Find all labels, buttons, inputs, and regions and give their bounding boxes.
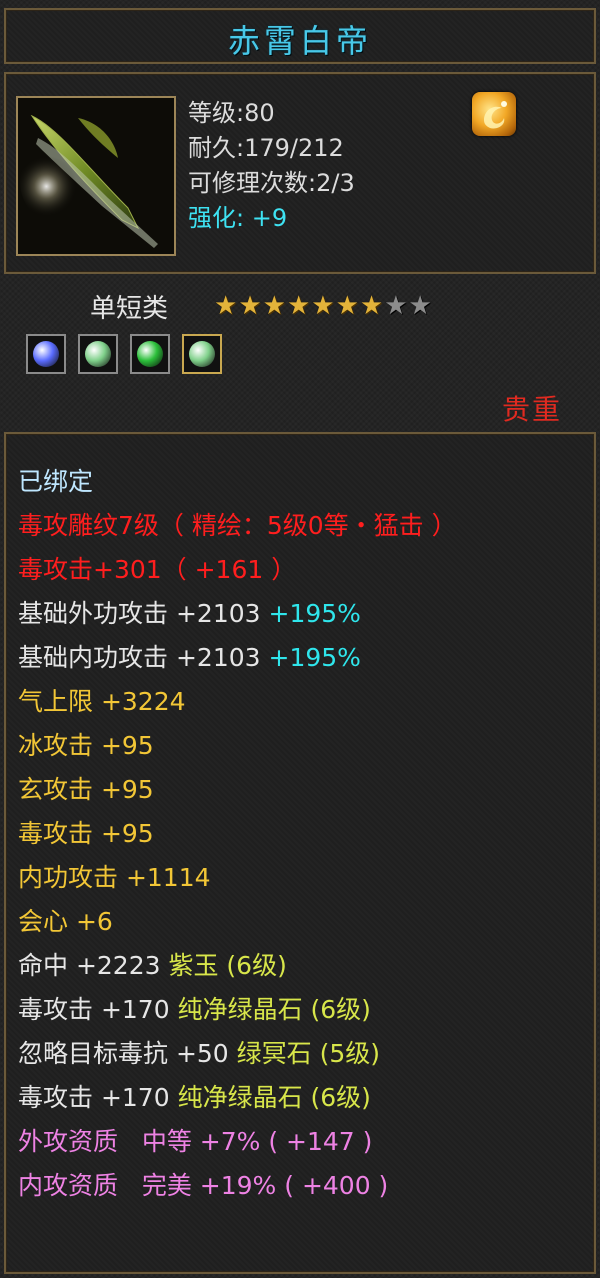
item-info-lines: 等级:80 耐久:179/212 可修理次数:2/3 强化: +9 (188, 96, 355, 236)
gem-core (189, 341, 215, 367)
stat-label: 毒攻击 +170 (18, 1083, 170, 1112)
critical: 会心 +6 (18, 907, 113, 936)
ice-attack: 冰攻击 +95 (18, 731, 154, 760)
item-durability: 耐久:179/212 (188, 134, 344, 162)
green-blade-weapon-icon (16, 96, 176, 256)
gem-name: 绿冥石 (5级) (236, 1039, 381, 1068)
stat-label: 忽略目标毒抗 +50 (18, 1039, 229, 1068)
external-aptitude: 外攻资质 中等 +7% ( +147 ) (18, 1127, 373, 1156)
stat-label: 基础外功攻击 (18, 599, 169, 628)
blue-gem-icon[interactable] (26, 334, 66, 374)
qi-max: 气上限 +3224 (18, 687, 186, 716)
ignore-resist-gem-line: 忽略目标毒抗 +50 绿冥石 (5级) (18, 1032, 457, 1076)
item-level: 等级:80 (188, 99, 275, 127)
stat-label: 命中 +2223 (18, 951, 161, 980)
stat-list: 已绑定 毒攻雕纹7级（ 精绘：5级0等・猛击 ） 毒攻击+301（ +161 ）… (18, 460, 457, 1208)
bound-status: 已绑定 (18, 467, 94, 496)
item-name: 赤霄白帝 (227, 22, 372, 60)
star-filled-icon: ★ (335, 291, 360, 321)
gold-emblem-icon (472, 92, 516, 136)
poison-gem-line-1: 毒攻击 +170 纯净绿晶石 (6级) (18, 988, 457, 1032)
green-crystal-icon[interactable] (130, 334, 170, 374)
star-filled-icon: ★ (214, 291, 239, 321)
gem-core (137, 341, 163, 367)
gem-name: 纯净绿晶石 (6级) (177, 995, 371, 1024)
base-external-attack: 基础外功攻击 +2103 +195% (18, 592, 457, 636)
gem-core (33, 341, 59, 367)
item-enhance: 强化: +9 (188, 201, 355, 236)
star-rating: ★★★★★★★★★ (214, 292, 433, 320)
stat-label: 毒攻击 +170 (18, 995, 170, 1024)
stat-percent: +195% (268, 643, 361, 672)
star-empty-icon: ★ (408, 291, 433, 321)
star-filled-icon: ★ (262, 291, 287, 321)
enhance-label: 强化: (188, 204, 245, 232)
weapon-type: 单短类 (90, 294, 169, 324)
enhance-value: +9 (251, 204, 288, 232)
accuracy-gem-line: 命中 +2223 紫玉 (6级) (18, 944, 457, 988)
item-info-panel: 等级:80 耐久:179/212 可修理次数:2/3 强化: +9 (4, 72, 596, 274)
internal-aptitude: 内攻资质 完美 +19% ( +400 ) (18, 1171, 389, 1200)
rarity-label: 贵重 (501, 393, 562, 426)
star-filled-icon: ★ (359, 291, 385, 321)
star-filled-icon: ★ (238, 291, 263, 321)
engrave-line: 毒攻雕纹7级（ 精绘：5级0等・猛击 ） (18, 511, 457, 540)
poison-attack-main: 毒攻击+301（ +161 ） (18, 555, 297, 584)
mystic-attack: 玄攻击 +95 (18, 775, 154, 804)
poison-gem-line-2: 毒攻击 +170 纯净绿晶石 (6级) (18, 1076, 457, 1120)
gem-core (85, 341, 111, 367)
item-tooltip: 赤霄白帝 等级:80 耐久:179/212 可修理次数:2/3 强化: +9 单… (0, 0, 600, 1278)
gem-name: 纯净绿晶石 (6级) (177, 1083, 371, 1112)
star-filled-icon: ★ (311, 291, 336, 321)
stats-panel: 已绑定 毒攻雕纹7级（ 精绘：5级0等・猛击 ） 毒攻击+301（ +161 ）… (4, 432, 596, 1274)
stat-value: +2103 (175, 599, 261, 628)
star-filled-icon: ★ (286, 291, 312, 321)
green-white-gem-icon[interactable] (182, 334, 222, 374)
stat-percent: +195% (268, 599, 361, 628)
internal-attack: 内功攻击 +1114 (18, 863, 211, 892)
base-internal-attack: 基础内功攻击 +2103 +195% (18, 636, 457, 680)
star-empty-icon: ★ (384, 291, 409, 321)
stat-value: +2103 (175, 643, 261, 672)
poison-attack: 毒攻击 +95 (18, 819, 154, 848)
item-repairs: 可修理次数:2/3 (188, 169, 355, 197)
green-white-gem-icon[interactable] (78, 334, 118, 374)
gem-name: 紫玉 (6级) (168, 951, 287, 980)
stat-label: 基础内功攻击 (18, 643, 169, 672)
title-bar: 赤霄白帝 (4, 8, 596, 64)
